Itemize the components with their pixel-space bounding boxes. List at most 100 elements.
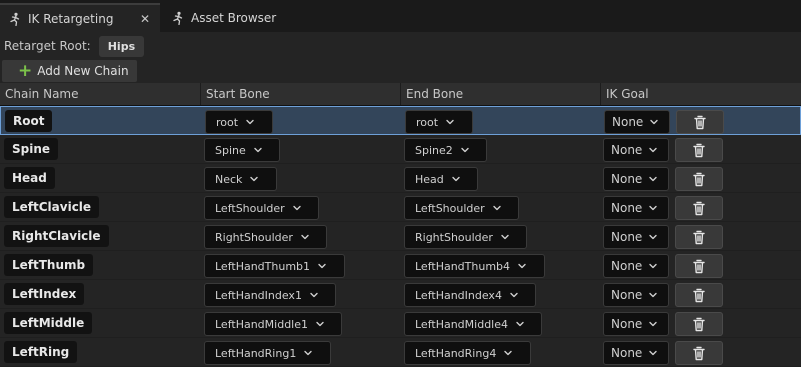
trash-icon [693, 143, 705, 157]
chain-row[interactable]: Spine Spine Spine2 None [0, 135, 801, 164]
delete-chain-button[interactable] [675, 283, 723, 307]
trash-icon [693, 201, 705, 215]
chevron-down-icon [649, 147, 658, 153]
start-bone-dropdown[interactable]: LeftHandMiddle1 [204, 312, 342, 336]
trash-icon [693, 172, 705, 186]
end-bone-dropdown[interactable]: Spine2 [404, 138, 487, 162]
retarget-root-label: Retarget Root: [4, 39, 91, 53]
chain-name-field[interactable]: LeftThumb [4, 254, 94, 276]
chevron-down-icon [518, 263, 526, 269]
end-bone-dropdown[interactable]: LeftShoulder [404, 196, 519, 220]
ik-goal-value: None [611, 288, 643, 302]
chevron-down-icon [318, 263, 326, 269]
start-bone-dropdown[interactable]: LeftShoulder [204, 196, 319, 220]
start-bone-dropdown[interactable]: Spine [204, 138, 280, 162]
chain-row[interactable]: LeftIndex LeftHandIndex1 LeftHandIndex4 Non… [0, 280, 801, 309]
chain-name-field[interactable]: LeftIndex [4, 283, 85, 305]
bone-name: Spine2 [415, 143, 453, 157]
ik-goal-dropdown[interactable]: None [603, 341, 669, 365]
chain-name-field[interactable]: Head [4, 167, 55, 189]
end-bone-dropdown[interactable]: RightShoulder [404, 225, 527, 249]
chain-row[interactable]: LeftThumb LeftHandThumb1 LeftHandThumb4 Non… [0, 251, 801, 280]
chain-name-field[interactable]: LeftRing [4, 341, 78, 363]
chain-row[interactable]: Head Neck Head None [0, 164, 801, 193]
chevron-down-icon [649, 263, 658, 269]
ik-goal-dropdown[interactable]: None [603, 225, 669, 249]
column-header-start-bone[interactable]: Start Bone [201, 83, 401, 105]
chevron-down-icon [649, 321, 658, 327]
delete-chain-button[interactable] [675, 138, 723, 162]
chain-row[interactable]: Root root root None [0, 106, 801, 135]
ik-goal-dropdown[interactable]: None [603, 138, 669, 162]
start-bone-dropdown[interactable]: LeftHandRing1 [204, 341, 331, 365]
column-header-end-bone[interactable]: End Bone [401, 83, 601, 105]
bone-name: LeftShoulder [415, 201, 485, 215]
chevron-down-icon [246, 119, 254, 125]
ik-goal-dropdown[interactable]: None [603, 196, 669, 220]
end-bone-dropdown[interactable]: root [405, 110, 473, 134]
ik-goal-dropdown[interactable]: None [604, 110, 670, 134]
chevron-down-icon [301, 234, 309, 240]
end-bone-dropdown[interactable]: LeftHandIndex4 [404, 283, 536, 307]
delete-chain-button[interactable] [675, 167, 723, 191]
ik-goal-dropdown[interactable]: None [603, 167, 669, 191]
chain-name-field[interactable]: Root [5, 110, 53, 132]
chain-table-header: Chain Name Start Bone End Bone IK Goal [0, 83, 801, 106]
chain-name-field[interactable]: LeftMiddle [4, 312, 93, 334]
start-bone-dropdown[interactable]: LeftHandIndex1 [204, 283, 336, 307]
delete-chain-button[interactable] [675, 196, 723, 220]
chain-name-field[interactable]: RightClavicle [4, 225, 109, 247]
trash-icon [693, 230, 705, 244]
ik-goal-value: None [612, 115, 644, 129]
retarget-root-row: Retarget Root: Hips [4, 35, 145, 57]
start-bone-dropdown[interactable]: RightShoulder [204, 225, 327, 249]
chain-row[interactable]: LeftMiddle LeftHandMiddle1 LeftHandMiddle4… [0, 309, 801, 338]
end-bone-dropdown[interactable]: Head [404, 167, 478, 191]
trash-icon [693, 346, 705, 360]
end-bone-dropdown[interactable]: LeftHandThumb4 [404, 254, 545, 278]
bone-name: Head [415, 172, 444, 186]
tab-ik-retargeting[interactable]: IK Retargeting ✕ [0, 3, 160, 32]
end-bone-dropdown[interactable]: LeftHandMiddle4 [404, 312, 542, 336]
start-bone-dropdown[interactable]: Neck [204, 167, 277, 191]
bone-name: LeftHandMiddle4 [415, 317, 508, 331]
start-bone-dropdown[interactable]: root [205, 110, 273, 134]
ik-retargeting-panel: Retarget Root: Hips + Add New Chain Chai… [0, 32, 801, 367]
chain-row[interactable]: LeftClavicle LeftShoulder LeftShoulder None [0, 193, 801, 222]
ik-goal-dropdown[interactable]: None [603, 312, 669, 336]
trash-icon [694, 115, 706, 129]
start-bone-dropdown[interactable]: LeftHandThumb1 [204, 254, 345, 278]
trash-icon [693, 259, 705, 273]
chevron-down-icon [250, 176, 259, 182]
ik-goal-dropdown[interactable]: None [603, 254, 669, 278]
delete-chain-button[interactable] [675, 225, 723, 249]
ik-goal-dropdown[interactable]: None [603, 283, 669, 307]
chevron-down-icon [316, 321, 324, 327]
chain-row[interactable]: LeftRing LeftHandRing1 LeftHandRing4 None [0, 338, 801, 367]
tab-label: Asset Browser [191, 10, 277, 25]
add-new-chain-button[interactable]: + Add New Chain [2, 60, 137, 82]
column-header-ik-goal[interactable]: IK Goal [601, 83, 801, 105]
ik-goal-value: None [611, 143, 643, 157]
delete-chain-button[interactable] [675, 254, 723, 278]
close-icon[interactable]: ✕ [140, 12, 150, 26]
tab-bar: IK Retargeting ✕ Asset Browser [0, 0, 801, 32]
chain-name-field[interactable]: Spine [4, 138, 59, 160]
chain-row[interactable]: RightClavicle RightShoulder RightShoulder N… [0, 222, 801, 251]
chevron-down-icon [492, 205, 501, 211]
plus-icon: + [18, 60, 33, 81]
tab-asset-browser[interactable]: Asset Browser [163, 3, 313, 32]
retarget-figure-icon [10, 12, 20, 26]
add-new-chain-label: Add New Chain [37, 64, 129, 78]
delete-chain-button[interactable] [675, 341, 723, 365]
bone-name: root [216, 115, 239, 129]
chevron-down-icon [504, 350, 513, 356]
end-bone-dropdown[interactable]: LeftHandRing4 [404, 341, 531, 365]
column-header-chain-name[interactable]: Chain Name [0, 83, 201, 105]
retarget-root-value[interactable]: Hips [98, 35, 145, 57]
chevron-down-icon [304, 350, 313, 356]
delete-chain-button[interactable] [675, 312, 723, 336]
bone-name: LeftHandIndex1 [215, 288, 302, 302]
delete-chain-button[interactable] [676, 110, 724, 134]
chain-name-field[interactable]: LeftClavicle [4, 196, 100, 218]
